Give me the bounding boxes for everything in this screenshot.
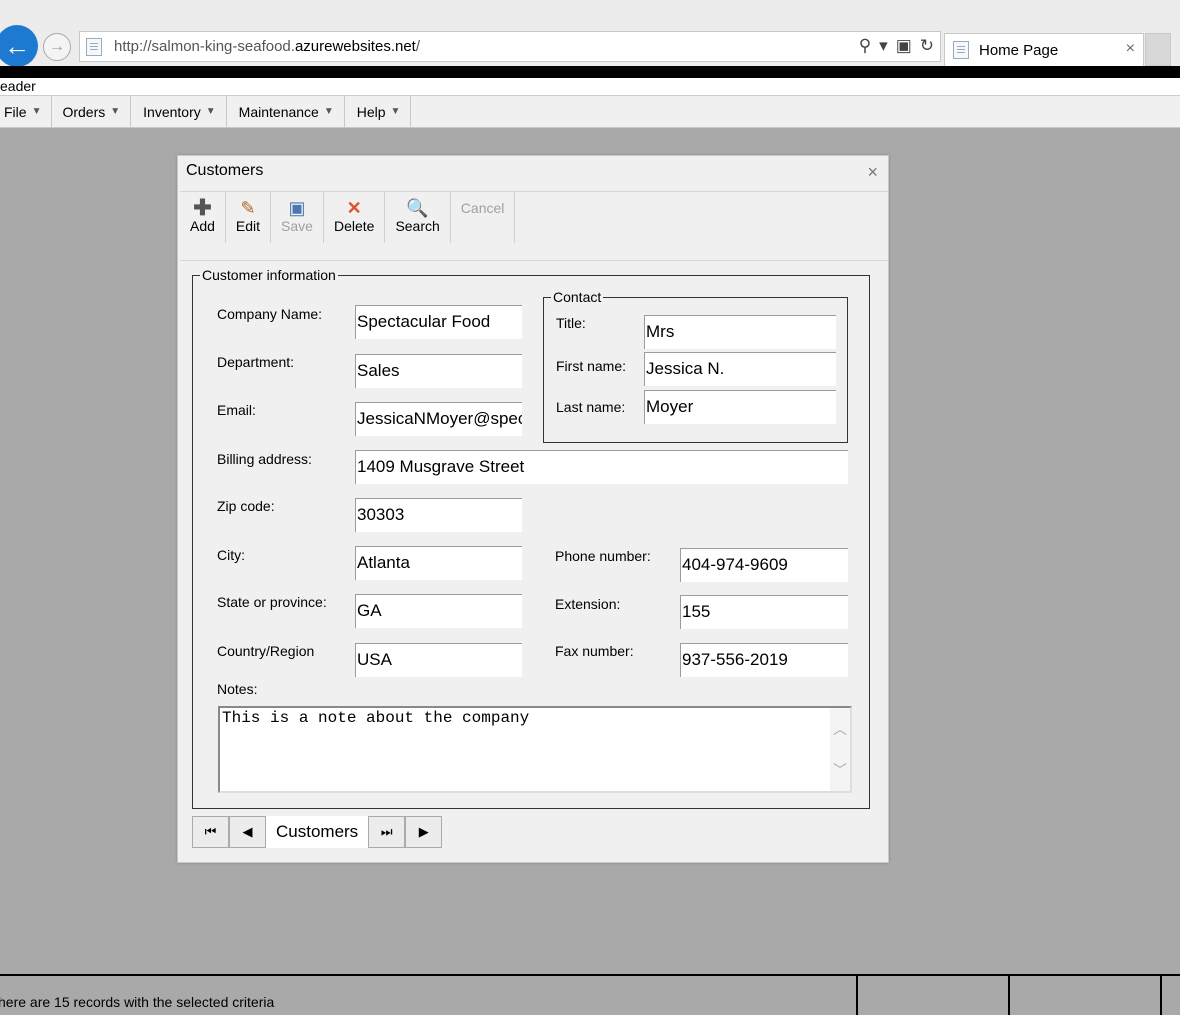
tab-title: Home Page (979, 42, 1059, 59)
header-text: eader (0, 78, 1180, 96)
last-icon: ⏭ (380, 824, 393, 839)
compatibility-view-icon[interactable]: ▣ (896, 36, 912, 56)
contact-title: Contact (551, 289, 604, 305)
state-input[interactable]: GA (355, 594, 522, 628)
next-record-button[interactable]: ▶ (405, 816, 443, 848)
first-name-input[interactable]: Jessica N. (644, 352, 836, 386)
zip-code-input[interactable]: 30303 (355, 498, 522, 532)
dropdown-icon[interactable]: ▾ (879, 36, 888, 56)
company-name-label: Company Name: (217, 306, 323, 322)
pencil-icon: ✎ (240, 198, 256, 218)
plus-icon: ✚ (193, 195, 212, 220)
url-text[interactable]: http://salmon-king-seafood.azurewebsites… (114, 38, 420, 55)
customer-information-section: Customer information Company Name: Spect… (192, 267, 870, 809)
close-icon[interactable]: × (867, 162, 878, 183)
caret-down-icon: ▼ (110, 106, 121, 117)
first-icon: ⏮ (204, 824, 217, 839)
navigator-label: Customers (266, 816, 369, 848)
billing-address-input[interactable]: 1409 Musgrave Street (355, 450, 848, 484)
email-input[interactable]: JessicaNMoyer@spec (355, 402, 522, 436)
zip-code-label: Zip code: (217, 498, 275, 514)
state-label: State or province: (217, 594, 327, 610)
billing-address-label: Billing address: (217, 451, 312, 467)
email-label: Email: (217, 402, 256, 418)
dialog-title: Customers (186, 162, 264, 179)
search-icon[interactable]: ⚲ (859, 36, 871, 56)
notes-textarea[interactable]: This is a note about the company ︿ ﹀ (218, 706, 852, 793)
back-button[interactable]: ← (0, 25, 38, 67)
tab-close-icon[interactable]: × (1126, 40, 1135, 58)
back-arrow-icon: ← (4, 30, 30, 61)
extension-input[interactable]: 155 (680, 595, 848, 629)
delete-x-icon: ✕ (346, 198, 362, 218)
record-navigator: ⏮ ◀ Customers ⏭ ▶ (192, 816, 443, 848)
status-divider (1160, 976, 1162, 1015)
save-button[interactable]: ▣ Save (271, 192, 324, 243)
search-button[interactable]: 🔍 Search (385, 192, 451, 243)
phone-number-label: Phone number: (555, 548, 651, 564)
cancel-button[interactable]: Cancel (451, 192, 516, 243)
menu-help[interactable]: Help ▼ (345, 96, 412, 127)
chevron-up-icon[interactable]: ︿ (833, 719, 847, 739)
status-divider (856, 976, 858, 1015)
new-tab-button[interactable] (1145, 33, 1171, 66)
section-title: Customer information (200, 267, 338, 283)
add-button[interactable]: ✚ Add (180, 192, 226, 243)
address-bar[interactable]: http://salmon-king-seafood.azurewebsites… (79, 31, 941, 62)
department-input[interactable]: Sales (355, 354, 522, 388)
caret-down-icon: ▼ (323, 106, 334, 117)
page-icon (86, 38, 102, 56)
menu-orders[interactable]: Orders ▼ (52, 96, 132, 127)
customers-dialog: Customers × ✚ Add ✎ Edit ▣ Save ✕ Delete… (177, 155, 889, 863)
caret-down-icon: ▼ (31, 106, 42, 117)
menu-file[interactable]: File ▼ (0, 96, 53, 127)
title-input[interactable]: Mrs (644, 315, 836, 349)
extension-label: Extension: (555, 596, 621, 612)
menu-bar: File ▼ Orders ▼ Inventory ▼ Maintenance ▼ He… (0, 96, 1180, 128)
delete-button[interactable]: ✕ Delete (324, 192, 386, 243)
country-input[interactable]: USA (355, 643, 522, 677)
status-text: here are 15 records with the selected cr… (0, 994, 275, 1010)
fax-number-input[interactable]: 937-556-2019 (680, 643, 848, 677)
title-label: Title: (556, 315, 586, 331)
country-label: Country/Region (217, 643, 315, 659)
city-label: City: (217, 547, 245, 563)
menu-inventory[interactable]: Inventory ▼ (131, 96, 227, 127)
contact-section: Contact Title: Mrs First name: Jessica N… (543, 289, 848, 443)
last-name-label: Last name: (556, 399, 626, 415)
forward-button[interactable]: → (43, 33, 71, 61)
floppy-disk-icon: ▣ (288, 198, 306, 218)
company-name-input[interactable]: Spectacular Food (355, 305, 522, 339)
department-label: Department: (217, 354, 295, 370)
tab-page-icon (953, 41, 969, 59)
notes-label: Notes: (217, 681, 258, 697)
last-name-input[interactable]: Moyer (644, 390, 836, 424)
browser-chrome: ← → http://salmon-king-seafood.azurewebs… (0, 0, 1180, 67)
chevron-down-icon[interactable]: ﹀ (833, 760, 847, 780)
first-record-button[interactable]: ⏮ (192, 816, 229, 848)
notes-scrollbar[interactable]: ︿ ﹀ (830, 708, 850, 791)
first-name-label: First name: (556, 358, 627, 374)
forward-arrow-icon: → (49, 38, 65, 55)
previous-icon: ◀ (242, 824, 253, 839)
status-divider (1008, 976, 1010, 1015)
menu-maintenance[interactable]: Maintenance ▼ (227, 96, 345, 127)
status-bar: here are 15 records with the selected cr… (0, 974, 1180, 1015)
edit-button[interactable]: ✎ Edit (226, 192, 272, 243)
browser-tab[interactable]: Home Page × (944, 33, 1144, 66)
caret-down-icon: ▼ (205, 106, 216, 117)
last-record-button[interactable]: ⏭ (368, 816, 406, 848)
magnifier-icon: 🔍 (406, 198, 429, 218)
fax-number-label: Fax number: (555, 643, 634, 659)
header-bar (0, 66, 1180, 78)
refresh-icon[interactable]: ↻ (920, 36, 934, 56)
city-input[interactable]: Atlanta (355, 546, 522, 580)
previous-record-button[interactable]: ◀ (229, 816, 266, 848)
phone-number-input[interactable]: 404-974-9609 (680, 548, 848, 582)
caret-down-icon: ▼ (390, 106, 401, 117)
toolbar: ✚ Add ✎ Edit ▣ Save ✕ Delete 🔍 Search Ca… (180, 191, 888, 261)
next-icon: ▶ (418, 824, 429, 839)
